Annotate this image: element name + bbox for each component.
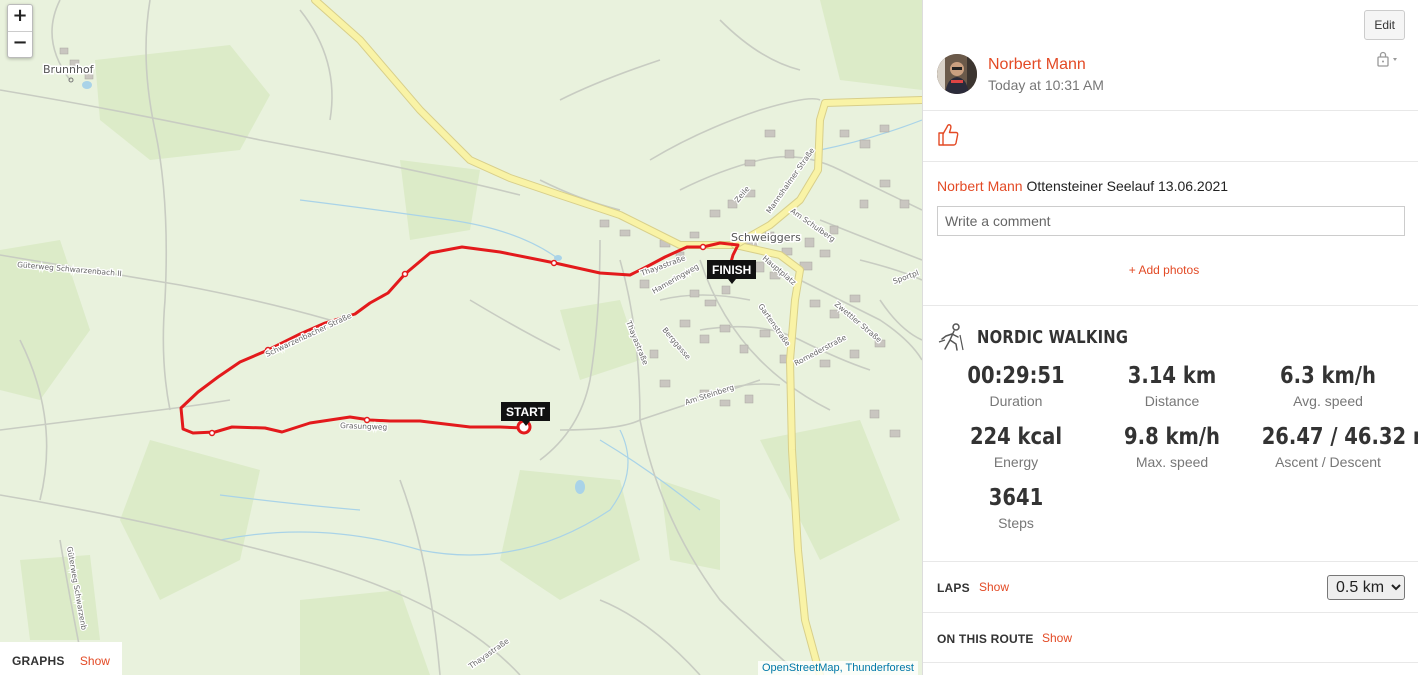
place-label-schweiggers: Schweiggers bbox=[731, 231, 801, 244]
stat-distance: 3.14 km Distance bbox=[1094, 363, 1250, 409]
stat-value: 00:29:51 bbox=[967, 363, 1065, 389]
stat-ascent-descent: 26.47 / 46.32 m Ascent / Descent bbox=[1250, 424, 1418, 470]
comment-input[interactable] bbox=[937, 206, 1405, 236]
on-this-route-label: ON THIS ROUTE bbox=[937, 632, 1034, 646]
workout-view: Brunnhof Schweiggers Güterweg Schwarzenb… bbox=[0, 0, 1418, 675]
stat-value: 26.47 / 46.32 m bbox=[1261, 424, 1418, 450]
athlete-name-link[interactable]: Norbert Mann bbox=[988, 56, 1086, 74]
graphs-label: GRAPHS bbox=[12, 654, 65, 668]
street-label: Schwarzenbacher Straße bbox=[264, 311, 353, 359]
street-label: Grasungweg bbox=[340, 421, 388, 432]
stat-label: Distance bbox=[1144, 393, 1200, 409]
stat-label: Ascent / Descent bbox=[1275, 454, 1381, 470]
avatar-image bbox=[937, 54, 977, 94]
stat-label: Max. speed bbox=[1135, 454, 1209, 470]
divider bbox=[923, 561, 1418, 562]
stat-avg-speed: 6.3 km/h Avg. speed bbox=[1250, 363, 1406, 409]
stat-value: 3.14 km bbox=[1127, 363, 1217, 389]
stat-max-speed: 9.8 km/h Max. speed bbox=[1094, 424, 1250, 470]
laps-show-link[interactable]: Show bbox=[979, 580, 1009, 594]
zoom-out-button[interactable]: − bbox=[8, 31, 32, 57]
finish-marker: FINISH bbox=[707, 260, 757, 284]
add-photos-link[interactable]: + Add photos bbox=[923, 263, 1405, 277]
route-map[interactable]: Brunnhof Schweiggers Güterweg Schwarzenb… bbox=[0, 0, 922, 675]
stat-energy: 224 kcal Energy bbox=[938, 424, 1094, 470]
street-label: Gartenstraße bbox=[756, 302, 792, 348]
zoom-control: + − bbox=[7, 4, 33, 58]
stat-label: Duration bbox=[989, 393, 1043, 409]
divider bbox=[923, 161, 1418, 162]
place-label-brunnhof: Brunnhof bbox=[43, 63, 95, 76]
stat-value: 3641 bbox=[988, 485, 1044, 511]
description-athlete-link[interactable]: Norbert Mann bbox=[937, 178, 1023, 194]
on-this-route-show-link[interactable]: Show bbox=[1042, 631, 1072, 645]
divider bbox=[923, 110, 1418, 111]
divider bbox=[923, 662, 1418, 663]
stat-value: 9.8 km/h bbox=[1124, 424, 1220, 450]
start-marker: START bbox=[501, 402, 551, 426]
stat-label: Avg. speed bbox=[1293, 393, 1363, 409]
avatar[interactable] bbox=[937, 54, 977, 94]
workout-timestamp: Today at 10:31 AM bbox=[988, 77, 1104, 93]
workout-description: Norbert Mann Ottensteiner Seelauf 13.06.… bbox=[937, 178, 1228, 194]
stat-value: 6.3 km/h bbox=[1280, 363, 1376, 389]
street-label: Thayastraße bbox=[466, 636, 511, 671]
zoom-in-button[interactable]: + bbox=[8, 5, 32, 31]
lock-icon bbox=[1377, 51, 1397, 67]
workout-panel: Edit Norbert Mann Today at 10:31 AM Norb… bbox=[922, 0, 1418, 675]
graphs-bar: GRAPHS Show bbox=[0, 642, 122, 675]
laps-interval-select[interactable]: 0.5 km bbox=[1327, 575, 1405, 600]
map-tiles: Brunnhof Schweiggers Güterweg Schwarzenb… bbox=[0, 0, 922, 675]
stat-label: Energy bbox=[993, 454, 1039, 470]
street-label: Berggasse bbox=[660, 326, 692, 362]
nordic-walking-icon bbox=[937, 323, 967, 356]
map-attribution[interactable]: OpenStreetMap, Thunderforest bbox=[757, 661, 918, 675]
laps-label: LAPS bbox=[937, 581, 970, 595]
divider bbox=[923, 612, 1418, 613]
sport-type: NORDIC WALKING bbox=[977, 327, 1129, 348]
edit-button[interactable]: Edit bbox=[1364, 10, 1405, 40]
stat-label: Steps bbox=[998, 515, 1034, 531]
like-button[interactable] bbox=[937, 123, 959, 152]
workout-title: Ottensteiner Seelauf 13.06.2021 bbox=[1026, 178, 1229, 194]
stat-value: 224 kcal bbox=[969, 424, 1063, 450]
divider bbox=[923, 305, 1418, 306]
stat-steps: 3641 Steps bbox=[938, 485, 1094, 531]
privacy-dropdown[interactable] bbox=[1376, 51, 1404, 72]
stat-duration: 00:29:51 Duration bbox=[938, 363, 1094, 409]
graphs-show-link[interactable]: Show bbox=[80, 654, 110, 668]
thumbs-up-icon bbox=[938, 124, 959, 146]
